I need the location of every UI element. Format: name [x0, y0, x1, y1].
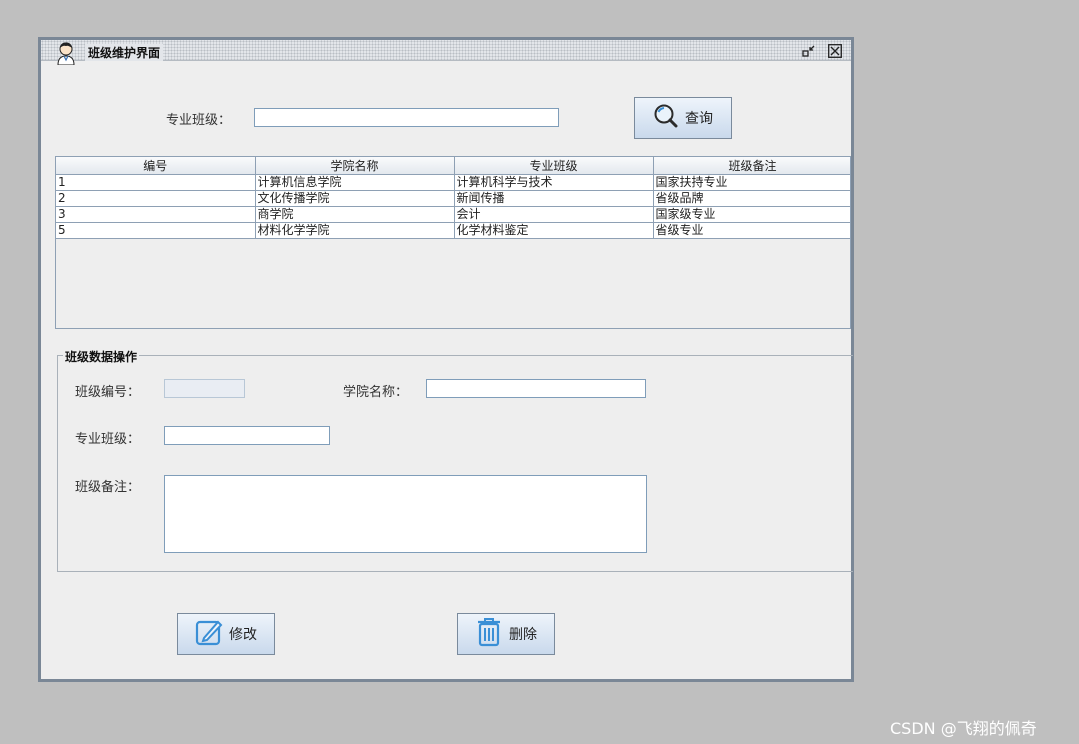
table-cell[interactable]: 新闻传播: [454, 190, 654, 207]
table-cell[interactable]: 2: [56, 190, 256, 207]
column-header-remark[interactable]: 班级备注: [653, 157, 850, 175]
table-cell[interactable]: 5: [56, 222, 256, 239]
delete-button-label: 删除: [509, 627, 537, 643]
class-id-field: [164, 379, 245, 398]
close-icon[interactable]: [827, 43, 843, 59]
class-remark-textarea[interactable]: [164, 475, 647, 553]
table-cell[interactable]: 国家扶持专业: [653, 174, 850, 191]
class-id-label: 班级编号：: [75, 385, 141, 400]
group-title: 班级数据操作: [63, 348, 140, 365]
trash-icon: [475, 617, 503, 651]
search-label: 专业班级：: [166, 113, 232, 128]
major-class-search-input[interactable]: [254, 108, 559, 127]
table-row[interactable]: 1 计算机信息学院 计算机科学与技术 国家扶持专业: [56, 174, 850, 191]
table-row[interactable]: 2 文化传播学院 新闻传播 省级品牌: [56, 190, 850, 207]
minimize-icon[interactable]: [801, 43, 817, 59]
modify-button-label: 修改: [229, 627, 257, 643]
table-cell[interactable]: 文化传播学院: [255, 190, 455, 207]
table-cell[interactable]: 材料化学学院: [255, 222, 455, 239]
college-name-field[interactable]: [426, 379, 646, 398]
magnifier-icon: [653, 103, 679, 133]
edit-icon: [195, 618, 223, 650]
table-row[interactable]: 3 商学院 会计 国家级专业: [56, 206, 850, 223]
class-table: 编号 学院名称 专业班级 班级备注 1 计算机信息学院 计算机科学与技术 国家扶…: [55, 156, 851, 329]
class-remark-label: 班级备注：: [75, 480, 141, 495]
table-cell[interactable]: 省级专业: [653, 222, 850, 239]
table-cell[interactable]: 国家级专业: [653, 206, 850, 223]
table-cell[interactable]: 计算机科学与技术: [454, 174, 654, 191]
delete-button[interactable]: 删除: [457, 613, 555, 655]
college-name-label: 学院名称：: [343, 385, 409, 400]
table-cell[interactable]: 化学材料鉴定: [454, 222, 654, 239]
table-cell[interactable]: 商学院: [255, 206, 455, 223]
user-avatar-icon: [55, 41, 77, 66]
column-header-major[interactable]: 专业班级: [454, 157, 654, 175]
watermark: CSDN @飞翔的佩奇: [890, 719, 1037, 738]
window-title: 班级维护界面: [85, 44, 164, 61]
major-class-label: 专业班级：: [75, 432, 141, 447]
class-maintenance-window: 班级维护界面 专业班级： 查询 编号 学院名称 专业班级 班级备注 1 计算机信…: [38, 37, 854, 682]
table-row[interactable]: 5 材料化学学院 化学材料鉴定 省级专业: [56, 222, 850, 239]
modify-button[interactable]: 修改: [177, 613, 275, 655]
query-button-label: 查询: [685, 111, 713, 127]
title-bar[interactable]: 班级维护界面: [41, 37, 851, 66]
column-header-college[interactable]: 学院名称: [255, 157, 455, 175]
table-cell[interactable]: 省级品牌: [653, 190, 850, 207]
table-cell[interactable]: 1: [56, 174, 256, 191]
table-header-row: 编号 学院名称 专业班级 班级备注: [56, 157, 850, 175]
table-cell[interactable]: 计算机信息学院: [255, 174, 455, 191]
query-button[interactable]: 查询: [634, 97, 732, 139]
table-cell[interactable]: 会计: [454, 206, 654, 223]
column-header-id[interactable]: 编号: [56, 157, 256, 175]
major-class-field[interactable]: [164, 426, 330, 445]
table-cell[interactable]: 3: [56, 206, 256, 223]
